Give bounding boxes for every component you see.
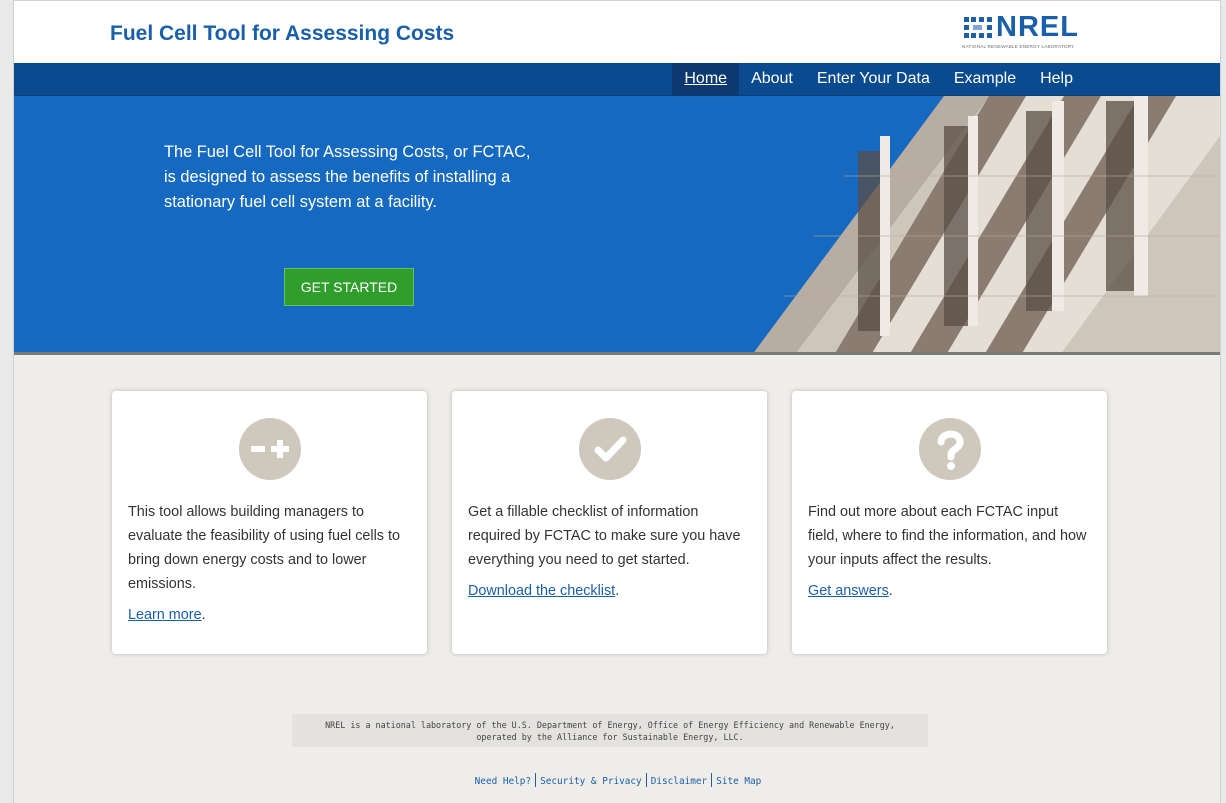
footer-divider bbox=[535, 773, 537, 787]
disclaimer-link[interactable]: Disclaimer bbox=[651, 776, 707, 787]
nav-home[interactable]: Home bbox=[672, 63, 740, 96]
card-help-text: Find out more about each FCTAC input fie… bbox=[808, 504, 1087, 568]
nrel-logo-subtitle: NATIONAL RENEWABLE ENERGY LABORATORY bbox=[962, 44, 1075, 49]
nrel-notice: NREL is a national laboratory of the U.S… bbox=[292, 714, 928, 747]
security-privacy-link[interactable]: Security & Privacy bbox=[540, 776, 642, 787]
nrel-logo[interactable]: NREL NATIONAL RENEWABLE ENERGY LABORATOR… bbox=[962, 11, 1086, 54]
nrel-logo-mark-icon bbox=[964, 17, 992, 38]
learn-more-link[interactable]: Learn more bbox=[128, 607, 202, 623]
nav-enter-your-data[interactable]: Enter Your Data bbox=[805, 63, 942, 96]
site-map-link[interactable]: Site Map bbox=[716, 776, 761, 787]
card-help-period: . bbox=[888, 583, 893, 599]
card-overview-text: This tool allows building managers to ev… bbox=[128, 504, 400, 592]
card-help: Find out more about each FCTAC input fie… bbox=[792, 391, 1107, 654]
footer-divider bbox=[645, 773, 647, 787]
card-checklist-period: . bbox=[615, 583, 620, 599]
notice-line-2: operated by the Alliance for Sustainable… bbox=[476, 731, 744, 742]
card-checklist-text: Get a fillable checklist of information … bbox=[468, 504, 741, 568]
building-photo bbox=[754, 96, 1220, 352]
get-answers-link[interactable]: Get answers bbox=[808, 583, 889, 599]
nav-about[interactable]: About bbox=[739, 63, 805, 96]
hero-banner: The Fuel Cell Tool for Assessing Costs, … bbox=[14, 96, 1220, 355]
main-navigation: Home About Enter Your Data Example Help bbox=[14, 63, 1220, 96]
footer-divider bbox=[711, 773, 713, 787]
site-header: Fuel Cell Tool for Assessing Costs NREL … bbox=[14, 0, 1220, 63]
question-icon bbox=[918, 418, 981, 480]
get-started-button[interactable]: GET STARTED bbox=[284, 268, 414, 306]
checkmark-icon bbox=[578, 418, 641, 480]
minus-plus-icon bbox=[238, 418, 301, 480]
page-frame: Fuel Cell Tool for Assessing Costs NREL … bbox=[13, 0, 1221, 803]
card-overview: This tool allows building managers to ev… bbox=[112, 391, 427, 654]
hero-description: The Fuel Cell Tool for Assessing Costs, … bbox=[164, 143, 531, 211]
card-overview-period: . bbox=[201, 607, 206, 623]
nav-example[interactable]: Example bbox=[942, 63, 1028, 96]
nrel-logo-text: NREL bbox=[996, 11, 1079, 43]
nav-help[interactable]: Help bbox=[1028, 63, 1085, 96]
download-checklist-link[interactable]: Download the checklist bbox=[468, 583, 615, 599]
feature-cards: This tool allows building managers to ev… bbox=[112, 391, 1132, 654]
need-help-link[interactable]: Need Help? bbox=[475, 776, 531, 787]
footer-links: Need Help? Security & Privacy Disclaimer Si… bbox=[14, 773, 1220, 787]
card-checklist: Get a fillable checklist of information … bbox=[452, 391, 767, 654]
app-title[interactable]: Fuel Cell Tool for Assessing Costs bbox=[110, 22, 454, 46]
notice-line-1: NREL is a national laboratory of the U.S… bbox=[325, 720, 895, 730]
